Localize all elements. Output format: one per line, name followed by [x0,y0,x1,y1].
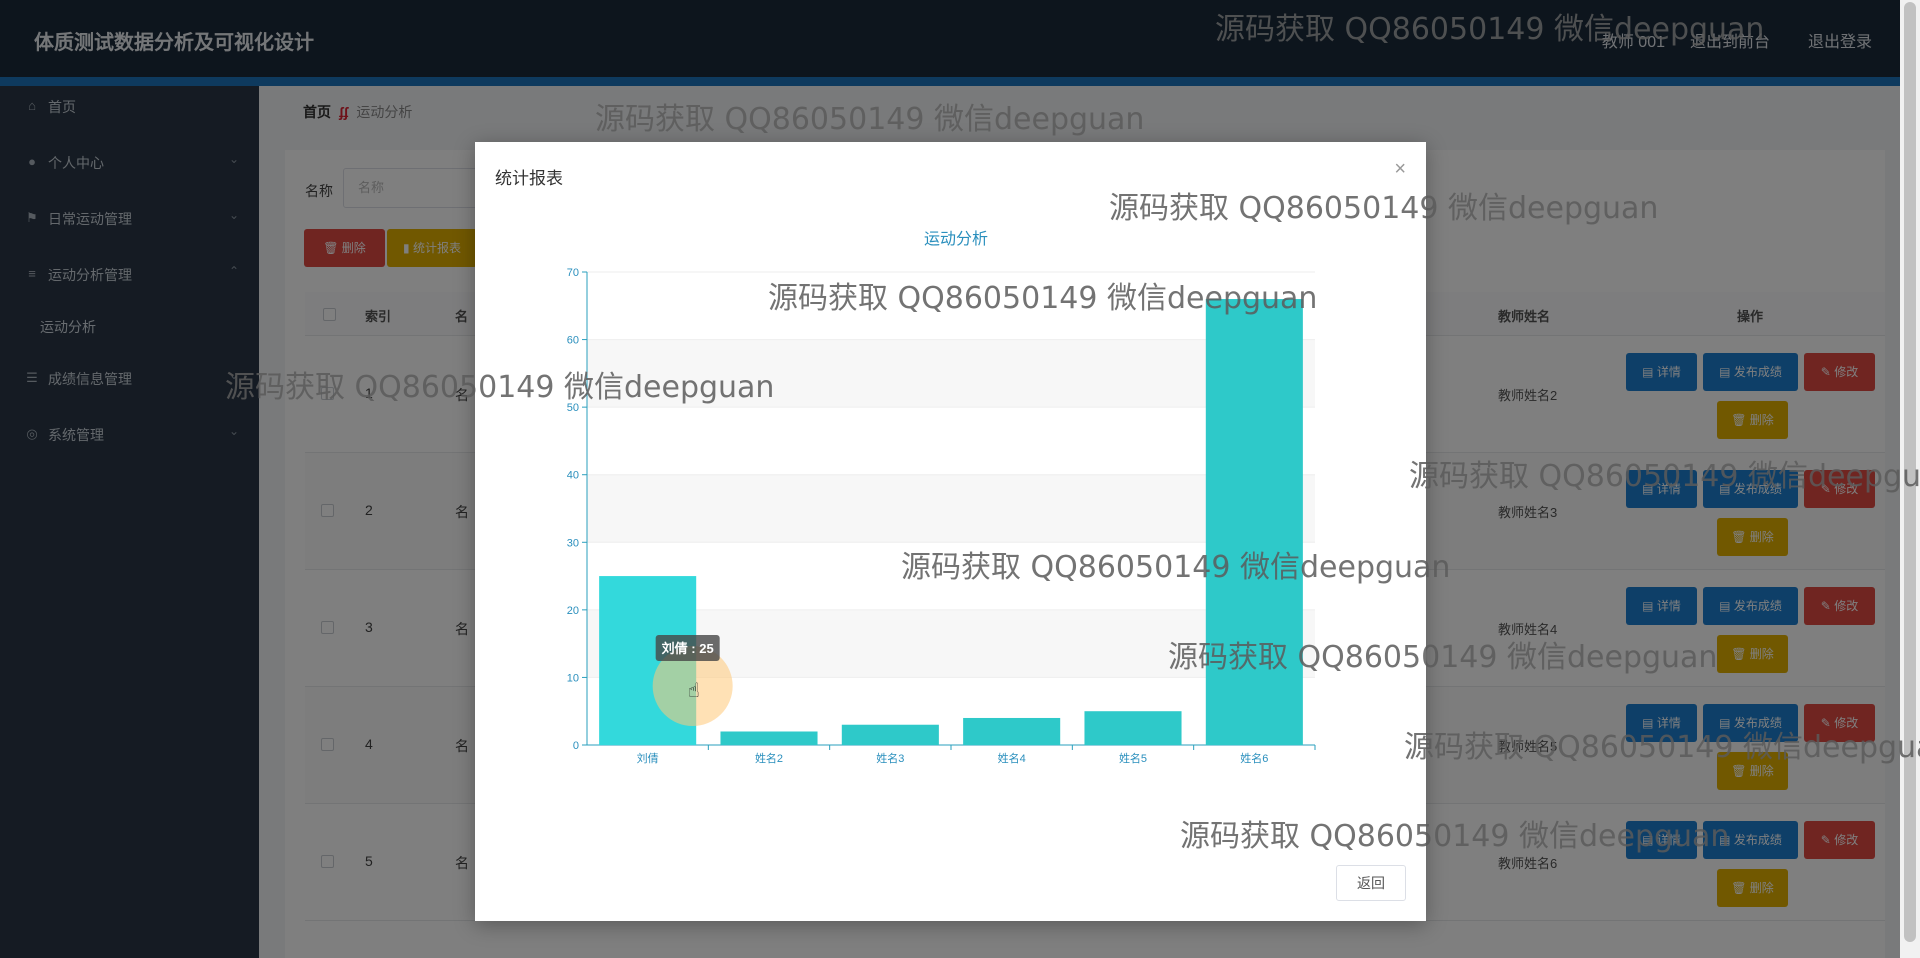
bar [1205,299,1303,745]
y-tick-label: 70 [567,267,579,279]
y-tick-label: 30 [567,537,579,549]
watermark-text: 源码获取 QQ86050149 微信deepguan [768,281,1318,316]
hand-cursor-icon: ☝ [688,680,700,702]
watermark-text: 源码获取 QQ86050149 微信deepguan [595,102,1145,137]
x-tick-label: 姓名4 [998,751,1026,765]
watermark-text: 源码获取 QQ86050149 微信deepguan [1404,730,1920,765]
modal-title: 统计报表 [495,169,563,188]
x-tick-label: 刘倩 [637,752,659,765]
watermark-text: 源码获取 QQ86050149 微信deepguan [901,550,1451,585]
y-tick-label: 10 [567,672,579,684]
x-tick-label: 姓名3 [876,751,904,765]
watermark-text: 源码获取 QQ86050149 微信deepguan [1215,12,1765,47]
watermark-text: 源码获取 QQ86050149 微信deepguan [1180,819,1730,854]
bar [963,717,1061,745]
watermark-text: 源码获取 QQ86050149 微信deepguan [1168,640,1718,675]
x-tick-label: 姓名6 [1240,751,1268,765]
close-icon[interactable]: × [1394,158,1406,181]
tooltip-text: 刘倩 : 25 [662,641,714,656]
watermark-text: 源码获取 QQ86050149 微信deepguan [1409,459,1920,494]
watermark-text: 源码获取 QQ86050149 微信deepguan [1109,191,1659,226]
y-tick-label: 60 [567,335,579,347]
y-tick-label: 20 [567,605,579,617]
bar [720,731,818,745]
back-button[interactable]: 返回 [1336,865,1406,901]
stats-report-modal: 统计报表 × 运动分析 0 10 20 30 40 50 60 70 刘倩 姓名2 姓名3 姓名4 姓名5… [475,142,1426,921]
chart-title: 运动分析 [924,230,988,248]
y-tick-label: 40 [567,470,579,482]
bar [841,724,939,745]
bar [1084,711,1182,745]
watermark-text: 源码获取 QQ86050149 微信deepguan [225,370,775,405]
x-tick-label: 姓名5 [1119,751,1147,765]
x-tick-label: 姓名2 [755,751,783,765]
y-tick-label: 0 [573,740,579,752]
